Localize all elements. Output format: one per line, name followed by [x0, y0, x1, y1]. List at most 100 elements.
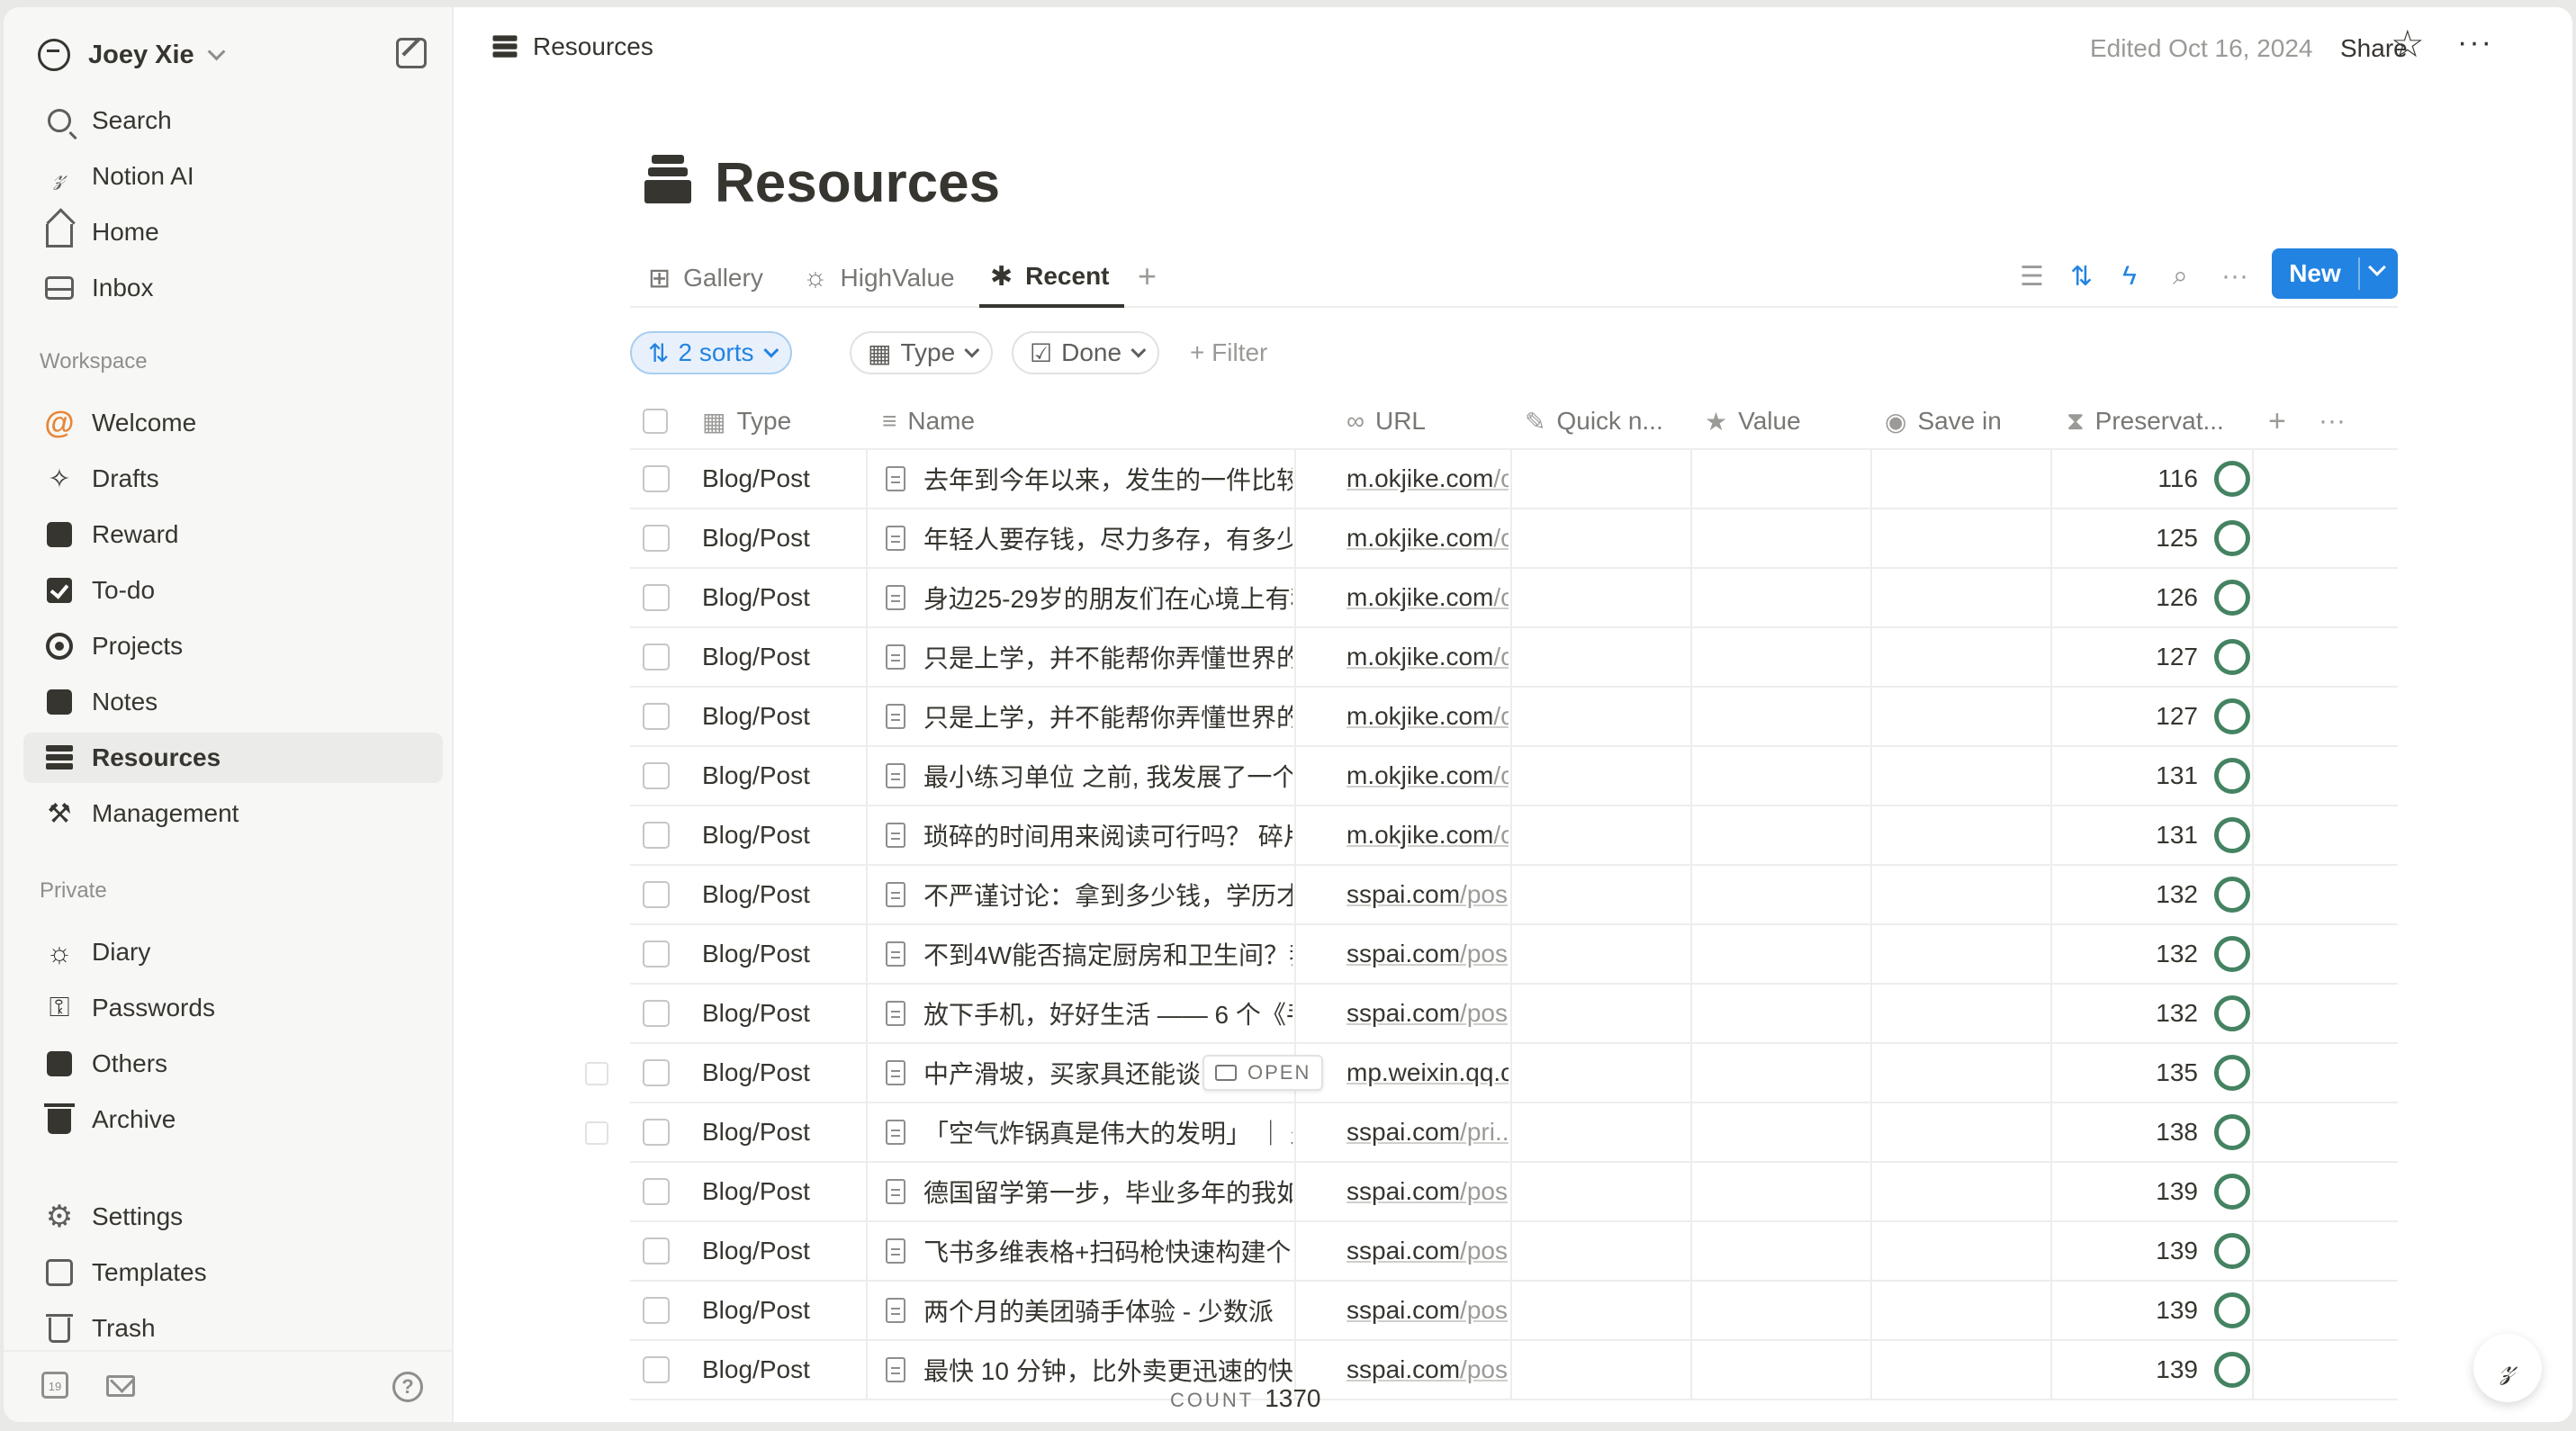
sidebar-item-passwords[interactable]: ⚿ Passwords	[23, 983, 443, 1033]
table-row[interactable]: Blog/Post 最小练习单位 之前, 我发展了一个概念 m.okjike.com…	[630, 747, 2398, 806]
row-select-handle[interactable]	[585, 1062, 608, 1085]
cell-save-in[interactable]	[1872, 1103, 2049, 1161]
breadcrumb[interactable]: Resources	[491, 32, 653, 61]
cell-preservation[interactable]: 139	[2052, 1163, 2250, 1220]
cell-value[interactable]	[1692, 688, 1869, 745]
cell-quick-notes[interactable]	[1512, 1163, 1689, 1220]
cell-url[interactable]: sspai.com/pos	[1347, 1163, 1509, 1220]
table-row[interactable]: Blog/Post 只是上学，并不能帮你弄懂世界的运行规律 m.okjike.com…	[630, 628, 2398, 688]
table-row[interactable]: Blog/Post 不严谨讨论：拿到多少钱，学历才算有用 sspai.com/pos…	[630, 866, 2398, 925]
cell-type[interactable]: Blog/Post	[702, 985, 864, 1042]
table-row[interactable]: Blog/Post 两个月的美团骑手体验 - 少数派 sspai.com/pos 13…	[630, 1282, 2398, 1341]
sidebar-item-todo[interactable]: To-do	[23, 565, 443, 616]
cell-name-text[interactable]: 琐碎的时间用来阅读可行吗？ 碎片时间	[923, 806, 1293, 864]
cell-type[interactable]: Blog/Post	[702, 747, 864, 805]
sidebar-item-others[interactable]: Others	[23, 1039, 443, 1089]
open-row-button[interactable]: OPEN	[1202, 1055, 1324, 1091]
sidebar-item-resources[interactable]: Resources	[23, 733, 443, 783]
cell-type[interactable]: Blog/Post	[702, 1103, 864, 1161]
cell-save-in[interactable]	[1872, 866, 2049, 923]
cell-quick-notes[interactable]	[1512, 925, 1689, 983]
cell-quick-notes[interactable]	[1512, 1282, 1689, 1339]
more-options-icon[interactable]: ···	[2319, 392, 2346, 450]
cell-quick-notes[interactable]	[1512, 747, 1689, 805]
table-row[interactable]: Blog/Post 不到4W能否搞定厨房和卫生间？我的装修 sspai.com/po…	[630, 925, 2398, 985]
table-row[interactable]: Blog/Post最快 10 分钟，比外卖更迅速的快手美饭sspai.com/p…	[630, 1341, 2398, 1400]
done-filter-chip[interactable]: ☑ Done	[1012, 331, 1160, 374]
row-checkbox[interactable]	[643, 450, 670, 508]
search-icon[interactable]: ⌕	[2173, 261, 2188, 292]
sidebar-item-templates[interactable]: Templates	[23, 1247, 443, 1298]
help-icon[interactable]: ?	[392, 1372, 423, 1402]
cell-url[interactable]: sspai.com/pos	[1347, 985, 1509, 1042]
cell-url[interactable]: sspai.com/pos	[1347, 925, 1509, 983]
cell-name-text[interactable]: 去年到今年以来，发生的一件比较重要的事	[923, 450, 1293, 508]
cell-preservation[interactable]: 132	[2052, 925, 2250, 983]
cell-preservation[interactable]: 139	[2052, 1341, 2250, 1399]
select-all-checkbox[interactable]	[643, 392, 668, 450]
row-checkbox[interactable]	[643, 925, 670, 983]
cell-quick-notes[interactable]	[1512, 569, 1689, 626]
sidebar-item-notes[interactable]: Notes	[23, 677, 443, 727]
column-header-name[interactable]: ≡ Name	[882, 392, 975, 450]
cell-quick-notes[interactable]	[1512, 806, 1689, 864]
cell-url[interactable]: m.okjike.com/o	[1347, 688, 1509, 745]
cell-value[interactable]	[1692, 450, 1869, 508]
row-checkbox[interactable]	[643, 1163, 670, 1220]
cell-value[interactable]	[1692, 806, 1869, 864]
sidebar-item-welcome[interactable]: @ Welcome	[23, 398, 443, 448]
cell-type[interactable]: Blog/Post	[702, 1222, 864, 1280]
cell-quick-notes[interactable]	[1512, 866, 1689, 923]
cell-quick-notes[interactable]	[1512, 688, 1689, 745]
column-header-url[interactable]: ∞ URL	[1347, 392, 1426, 450]
row-checkbox[interactable]	[643, 1282, 670, 1339]
cell-quick-notes[interactable]	[1512, 1222, 1689, 1280]
cell-url[interactable]: sspai.com/pos	[1347, 1282, 1509, 1339]
sidebar-item-diary[interactable]: ☼ Diary	[23, 927, 443, 977]
cell-name-text[interactable]: 只是上学，并不能帮你弄懂世界的运行规律	[923, 688, 1293, 745]
column-header-save-in[interactable]: ◉ Save in	[1885, 392, 2002, 450]
cell-type[interactable]: Blog/Post	[702, 925, 864, 983]
cell-url[interactable]: sspai.com/pos	[1347, 866, 1509, 923]
cell-name-text[interactable]: 「空气炸锅真是伟大的发明」 ｜ 少数派	[923, 1103, 1293, 1161]
calendar-icon[interactable]: 19	[41, 1372, 68, 1399]
cell-type[interactable]: Blog/Post	[702, 688, 864, 745]
cell-save-in[interactable]	[1872, 1222, 2049, 1280]
mail-icon[interactable]	[106, 1375, 135, 1397]
cell-quick-notes[interactable]	[1512, 1103, 1689, 1161]
cell-value[interactable]	[1692, 1103, 1869, 1161]
cell-save-in[interactable]	[1872, 1282, 2049, 1339]
cell-url[interactable]: sspai.com/pos	[1347, 1222, 1509, 1280]
column-header-quick-notes[interactable]: ✎ Quick n...	[1525, 392, 1663, 450]
cell-name-text[interactable]: 只是上学，并不能帮你弄懂世界的运行规律	[923, 628, 1293, 686]
cell-preservation[interactable]: 127	[2052, 688, 2250, 745]
cell-save-in[interactable]	[1872, 569, 2049, 626]
tab-recent[interactable]: ✱ Recent	[979, 248, 1124, 308]
row-select-handle[interactable]	[585, 1121, 608, 1145]
table-row[interactable]: Blog/Post 去年到今年以来，发生的一件比较重要的事 m.okjike.com…	[630, 450, 2398, 509]
cell-value[interactable]	[1692, 1163, 1869, 1220]
cell-type[interactable]: Blog/Post	[702, 509, 864, 567]
cell-name-text[interactable]: 德国留学第一步，毕业多年的我如何申请	[923, 1163, 1293, 1220]
cell-name-text[interactable]: 两个月的美团骑手体验 - 少数派	[923, 1282, 1293, 1339]
tab-highvalue[interactable]: ☼ HighValue	[803, 248, 955, 308]
cell-value[interactable]	[1692, 866, 1869, 923]
cell-preservation[interactable]: 126	[2052, 569, 2250, 626]
cell-preservation[interactable]: 132	[2052, 985, 2250, 1042]
cell-preservation[interactable]: 132	[2052, 866, 2250, 923]
cell-value[interactable]	[1692, 509, 1869, 567]
add-column-icon[interactable]: +	[2268, 392, 2286, 450]
cell-preservation[interactable]: 125	[2052, 509, 2250, 567]
new-page-icon[interactable]	[396, 38, 427, 68]
table-row[interactable]: Blog/Post 琐碎的时间用来阅读可行吗？ 碎片时间 m.okjike.com/…	[630, 806, 2398, 866]
type-filter-chip[interactable]: ▦ Type	[850, 331, 994, 374]
cell-quick-notes[interactable]	[1512, 628, 1689, 686]
star-icon[interactable]: ☆	[2391, 25, 2425, 63]
sidebar-item-drafts[interactable]: ✧ Drafts	[23, 454, 443, 504]
row-checkbox[interactable]	[643, 985, 670, 1042]
cell-quick-notes[interactable]	[1512, 509, 1689, 567]
row-checkbox[interactable]	[643, 688, 670, 745]
cell-save-in[interactable]	[1872, 450, 2049, 508]
table-row[interactable]: Blog/Post 只是上学，并不能帮你弄懂世界的运行规律 m.okjike.com…	[630, 688, 2398, 747]
table-row[interactable]: Blog/Post 放下手机，好好生活 —— 6 个《手机》 sspai.com/p…	[630, 985, 2398, 1044]
